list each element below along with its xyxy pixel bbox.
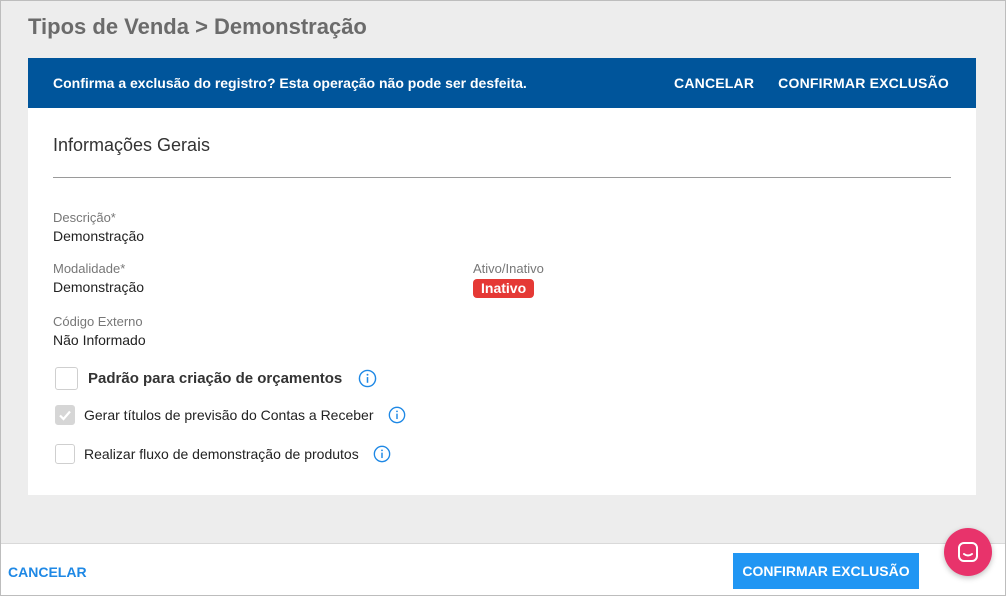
info-icon[interactable] [358, 369, 377, 388]
footer-cancel-button[interactable]: CANCELAR [8, 564, 87, 580]
cancel-delete-link[interactable]: CANCELAR [674, 75, 754, 91]
checkbox-fluxo-demonstracao[interactable] [55, 444, 75, 464]
field-descricao: Descrição* Demonstração [53, 210, 144, 244]
field-ativo: Ativo/Inativo Inativo [473, 261, 544, 298]
checkbox-label: Padrão para criação de orçamentos [88, 370, 343, 387]
status-badge: Inativo [473, 279, 535, 298]
chat-button[interactable] [944, 528, 992, 576]
general-info-card: Informações Gerais Descrição* Demonstraç… [28, 108, 976, 495]
field-label: Modalidade* [53, 261, 126, 276]
delete-confirmation-bar: Confirma a exclusão do registro? Esta op… [28, 58, 976, 108]
section-divider [53, 177, 951, 178]
chat-icon [958, 542, 978, 562]
field-modalidade: Modalidade* Demonstração [53, 261, 144, 295]
footer-bar: CANCELAR CONFIRMAR EXCLUSÃO [1, 543, 1005, 595]
checkbox-padrao-orcamentos[interactable] [55, 367, 78, 390]
field-label: Ativo/Inativo [473, 261, 544, 276]
section-title: Informações Gerais [53, 135, 211, 155]
field-label: Código Externo [53, 314, 143, 329]
checkbox-row-fluxo-demonstracao: Realizar fluxo de demonstração de produt… [55, 444, 391, 464]
field-value: Demonstração [53, 279, 145, 295]
check-icon [59, 410, 71, 421]
confirmation-message: Confirma a exclusão do registro? Esta op… [53, 75, 527, 91]
checkbox-row-gerar-titulos: Gerar títulos de previsão do Contas a Re… [55, 405, 406, 425]
info-icon[interactable] [373, 445, 391, 463]
checkbox-gerar-titulos[interactable] [55, 405, 75, 425]
field-value: Demonstração [53, 228, 145, 244]
field-codigo-externo: Código Externo Não Informado [53, 314, 146, 348]
info-icon[interactable] [388, 406, 406, 424]
page-title: Tipos de Venda > Demonstração [28, 14, 367, 39]
checkbox-label: Realizar fluxo de demonstração de produt… [84, 446, 359, 462]
field-label: Descrição* [53, 210, 116, 225]
footer-confirm-delete-button[interactable]: CONFIRMAR EXCLUSÃO [733, 553, 919, 589]
field-value: Não Informado [53, 332, 146, 348]
confirm-delete-link[interactable]: CONFIRMAR EXCLUSÃO [778, 75, 949, 91]
checkbox-label: Gerar títulos de previsão do Contas a Re… [84, 407, 374, 423]
checkbox-row-padrao-orcamentos: Padrão para criação de orçamentos [55, 367, 377, 390]
